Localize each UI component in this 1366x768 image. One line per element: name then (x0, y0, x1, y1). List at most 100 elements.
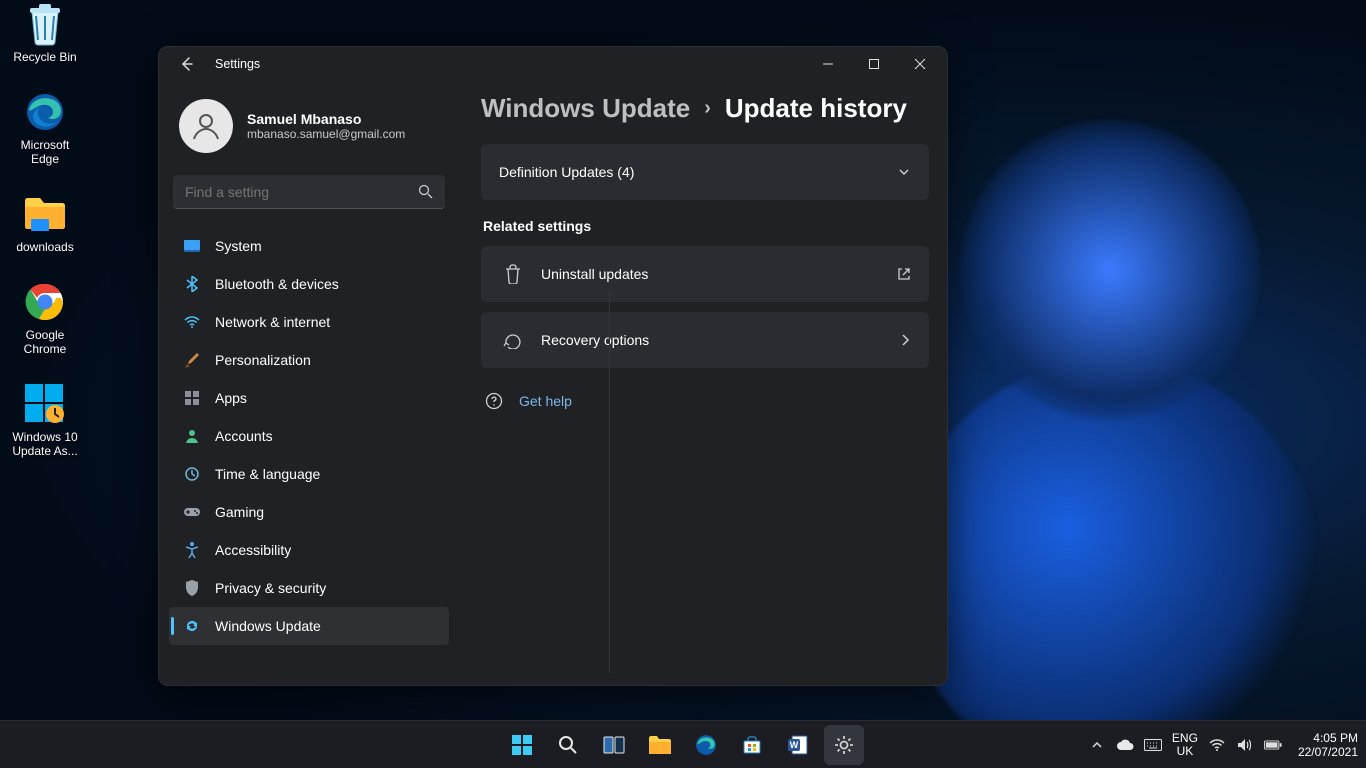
profile[interactable]: Samuel Mbanaso mbanaso.samuel@gmail.com (169, 81, 449, 171)
account-icon (183, 427, 201, 445)
nav-label: Accessibility (215, 542, 291, 558)
taskbar-search[interactable] (548, 725, 588, 765)
nav-label: Accounts (215, 428, 273, 444)
nav-accessibility[interactable]: Accessibility (169, 531, 449, 569)
recovery-icon (499, 331, 527, 349)
taskbar-store[interactable] (732, 725, 772, 765)
minimize-button[interactable] (805, 49, 851, 79)
avatar-icon (179, 99, 233, 153)
uninstall-updates-card[interactable]: Uninstall updates (481, 246, 929, 302)
recycle-bin-icon (23, 2, 67, 46)
card-label: Recovery options (541, 332, 899, 348)
taskbar-explorer[interactable] (640, 725, 680, 765)
brush-icon (183, 351, 201, 369)
settings-window: Settings Samuel Mbanaso mbanaso.samuel@g… (158, 46, 948, 686)
nav-privacy[interactable]: Privacy & security (169, 569, 449, 607)
edge-icon (23, 90, 67, 134)
nav: System Bluetooth & devices Network & int… (169, 227, 449, 645)
search-box[interactable] (173, 175, 445, 209)
breadcrumb-parent[interactable]: Windows Update (481, 93, 690, 124)
nav-label: System (215, 238, 262, 254)
desktop-downloads[interactable]: downloads (6, 192, 84, 254)
profile-email: mbanaso.samuel@gmail.com (247, 127, 405, 141)
taskbar-word[interactable]: W (778, 725, 818, 765)
sidebar: Samuel Mbanaso mbanaso.samuel@gmail.com … (159, 81, 459, 685)
nav-apps[interactable]: Apps (169, 379, 449, 417)
folder-icon (23, 192, 67, 236)
system-icon (183, 237, 201, 255)
nav-network[interactable]: Network & internet (169, 303, 449, 341)
windows-update-assistant-icon (23, 382, 67, 426)
nav-label: Gaming (215, 504, 264, 520)
nav-bluetooth[interactable]: Bluetooth & devices (169, 265, 449, 303)
chrome-icon (23, 280, 67, 324)
desktop-label: Recycle Bin (6, 50, 84, 64)
window-title: Settings (215, 57, 260, 71)
lang-line2: UK (1172, 745, 1198, 758)
chevron-right-icon: › (704, 97, 711, 120)
language-indicator[interactable]: ENG UK (1172, 732, 1198, 758)
clock-icon (183, 465, 201, 483)
keyboard-icon[interactable] (1144, 736, 1162, 754)
taskbar: W ENG UK 4:05 PM 22/07/2021 (0, 720, 1366, 768)
shield-icon (183, 579, 201, 597)
desktop-update-assistant[interactable]: Windows 10 Update As... (6, 382, 84, 458)
clock-date: 22/07/2021 (1298, 745, 1358, 759)
desktop-chrome[interactable]: Google Chrome (6, 280, 84, 356)
nav-label: Apps (215, 390, 247, 406)
bluetooth-icon (183, 275, 201, 293)
desktop-recycle-bin[interactable]: Recycle Bin (6, 2, 84, 64)
get-help-row: Get help (481, 378, 929, 424)
definition-updates-expander[interactable]: Definition Updates (4) (481, 144, 929, 200)
desktop-label: Google Chrome (6, 328, 84, 356)
help-icon (485, 392, 503, 410)
apps-icon (183, 389, 201, 407)
desktop-edge[interactable]: Microsoft Edge (6, 90, 84, 166)
nav-gaming[interactable]: Gaming (169, 493, 449, 531)
desktop-icons: Recycle Bin Microsoft Edge downloads Goo… (6, 2, 96, 484)
taskbar-taskview[interactable] (594, 725, 634, 765)
nav-label: Privacy & security (215, 580, 326, 596)
lang-line1: ENG (1172, 732, 1198, 745)
wifi-icon (183, 313, 201, 331)
clock-time: 4:05 PM (1298, 731, 1358, 745)
desktop-label: Windows 10 Update As... (6, 430, 84, 458)
volume-icon[interactable] (1236, 736, 1254, 754)
nav-label: Time & language (215, 466, 320, 482)
card-label: Uninstall updates (541, 266, 897, 282)
recovery-options-card[interactable]: Recovery options (481, 312, 929, 368)
accessibility-icon (183, 541, 201, 559)
tray-overflow[interactable] (1088, 736, 1106, 754)
search-icon (418, 184, 433, 199)
nav-label: Windows Update (215, 618, 321, 634)
back-button[interactable] (173, 50, 201, 78)
desktop-label: Microsoft Edge (6, 138, 84, 166)
nav-time[interactable]: Time & language (169, 455, 449, 493)
get-help-link[interactable]: Get help (519, 393, 572, 409)
battery-icon[interactable] (1264, 736, 1282, 754)
gaming-icon (183, 503, 201, 521)
main-panel: Windows Update › Update history Definiti… (459, 81, 947, 685)
taskbar-edge[interactable] (686, 725, 726, 765)
system-tray: ENG UK 4:05 PM 22/07/2021 (1088, 731, 1358, 759)
chevron-right-icon (899, 333, 911, 347)
wifi-tray-icon[interactable] (1208, 736, 1226, 754)
breadcrumb: Windows Update › Update history (481, 93, 929, 124)
onedrive-icon[interactable] (1116, 736, 1134, 754)
maximize-button[interactable] (851, 49, 897, 79)
nav-system[interactable]: System (169, 227, 449, 265)
card-label: Definition Updates (4) (499, 164, 897, 180)
open-external-icon (897, 267, 911, 281)
nav-label: Network & internet (215, 314, 330, 330)
nav-accounts[interactable]: Accounts (169, 417, 449, 455)
clock[interactable]: 4:05 PM 22/07/2021 (1298, 731, 1358, 759)
nav-personalization[interactable]: Personalization (169, 341, 449, 379)
nav-windows-update[interactable]: Windows Update (169, 607, 449, 645)
nav-label: Personalization (215, 352, 311, 368)
close-button[interactable] (897, 49, 943, 79)
start-button[interactable] (502, 725, 542, 765)
search-input[interactable] (185, 184, 418, 200)
taskbar-settings[interactable] (824, 725, 864, 765)
titlebar: Settings (159, 47, 947, 81)
breadcrumb-current: Update history (725, 93, 907, 124)
